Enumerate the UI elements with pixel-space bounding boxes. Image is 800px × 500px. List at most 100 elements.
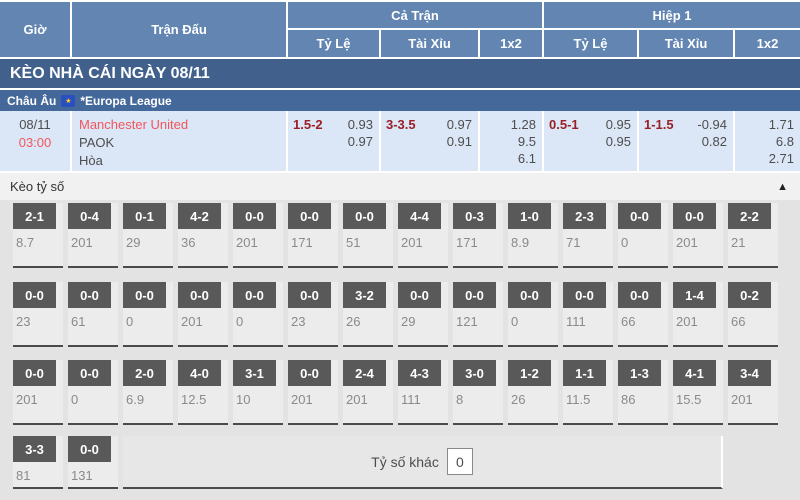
score-odds-value: 26 [508,386,558,407]
score-odds-value: 8.7 [13,229,63,250]
score-odds-cell[interactable]: 3-4201 [728,360,778,425]
score-label: 0-0 [563,282,606,308]
score-odds-cell[interactable]: 1-4201 [673,282,723,347]
score-odds-cell[interactable]: 0-066 [618,282,668,347]
group-full-match: Cả Trận Tỷ Lệ Tài Xỉu 1x2 [288,2,544,57]
score-row: 0-02010-002-06.94-012.53-1100-02012-4201… [13,360,800,425]
score-odds-cell[interactable]: 4-012.5 [178,360,228,425]
subcol-full-1x2: 1x2 [480,30,544,57]
score-odds-cell[interactable]: 1-226 [508,360,558,425]
full-handicap-cell[interactable]: 1.5-2 0.93 0.97 [288,111,381,171]
score-odds-value: 131 [68,462,118,483]
half-overunder-cell[interactable]: 1-1.5 -0.94 0.82 [639,111,735,171]
half-handicap-odd-away[interactable]: 0.95 [606,133,631,150]
score-odds-value: 29 [123,229,173,250]
score-odds-cell[interactable]: 0-00 [233,282,283,347]
full-handicap-odd-home[interactable]: 0.93 [348,116,373,133]
score-odds-cell[interactable]: 0-0171 [288,203,338,268]
score-odds-cell[interactable]: 0-00 [123,282,173,347]
score-label: 1-4 [673,282,716,308]
score-odds-cell[interactable]: 2-221 [728,203,778,268]
score-label: 3-4 [728,360,771,386]
score-odds-cell[interactable]: 0-00 [618,203,668,268]
score-label: 0-0 [398,282,441,308]
score-odds-cell[interactable]: 0-266 [728,282,778,347]
score-odds-value: 66 [618,308,668,329]
subcol-full-overunder: Tài Xỉu [381,30,480,57]
score-odds-cell[interactable]: 0-023 [13,282,63,347]
other-score-input[interactable] [447,448,473,475]
score-odds-cell[interactable]: 0-4201 [68,203,118,268]
away-team-link[interactable]: PAOK [79,134,286,152]
score-label: 2-1 [13,203,56,229]
half-1x2-home-odd[interactable]: 1.71 [769,116,794,133]
score-odds-cell[interactable]: 0-023 [288,282,338,347]
score-odds-cell[interactable]: 1-386 [618,360,668,425]
score-odds-cell[interactable]: 3-381 [13,436,63,489]
score-odds-cell[interactable]: 0-0131 [68,436,118,489]
score-label: 0-0 [13,360,56,386]
score-odds-cell[interactable]: 2-371 [563,203,613,268]
score-label: 3-1 [233,360,276,386]
score-odds-cell[interactable]: 4-3111 [398,360,448,425]
league-bar[interactable]: Châu Âu ★ *Europa League [0,90,800,111]
score-odds-cell[interactable]: 0-00 [508,282,558,347]
score-odds-cell[interactable]: 4-236 [178,203,228,268]
col-match-header: Trận Đấu [72,2,288,57]
full-1x2-draw-odd[interactable]: 6.1 [511,150,536,167]
score-odds-cell[interactable]: 3-226 [343,282,393,347]
score-odds-cell[interactable]: 0-051 [343,203,393,268]
draw-label: Hòa [79,152,286,170]
score-odds-cell[interactable]: 3-08 [453,360,503,425]
full-under-odd[interactable]: 0.91 [447,133,472,150]
home-team-link[interactable]: Manchester United [79,116,286,134]
score-odds-cell[interactable]: 0-3171 [453,203,503,268]
score-label: 0-0 [288,360,331,386]
score-odds-value: 201 [673,308,723,329]
group-full-header: Cả Trận [288,2,544,30]
full-over-odd[interactable]: 0.97 [447,116,472,133]
score-label: 2-3 [563,203,606,229]
score-odds-cell[interactable]: 2-06.9 [123,360,173,425]
half-under-odd[interactable]: 0.82 [697,133,727,150]
score-odds-cell[interactable]: 0-0111 [563,282,613,347]
full-1x2-home-odd[interactable]: 1.28 [511,116,536,133]
score-odds-cell[interactable]: 2-18.7 [13,203,63,268]
score-odds-cell[interactable]: 4-115.5 [673,360,723,425]
half-1x2-away-odd[interactable]: 6.8 [769,133,794,150]
full-1x2-cell[interactable]: 1.28 9.5 6.1 [480,111,544,171]
full-handicap-odd-away[interactable]: 0.97 [348,133,373,150]
half-over-odd[interactable]: -0.94 [697,116,727,133]
score-odds-cell[interactable]: 1-08.9 [508,203,558,268]
score-odds-cell[interactable]: 3-110 [233,360,283,425]
score-odds-cell[interactable]: 0-0201 [288,360,338,425]
score-odds-cell[interactable]: 1-111.5 [563,360,613,425]
full-1x2-away-odd[interactable]: 9.5 [511,133,536,150]
score-label: 0-0 [178,282,221,308]
score-odds-value: 201 [233,229,283,250]
score-odds-cell[interactable]: 0-129 [123,203,173,268]
score-odds-value: 26 [343,308,393,329]
half-1x2-cell[interactable]: 1.71 6.8 2.71 [735,111,800,171]
score-odds-cell[interactable]: 0-0201 [178,282,228,347]
half-handicap-odd-home[interactable]: 0.95 [606,116,631,133]
collapse-arrow-icon[interactable]: ▲ [777,181,788,193]
score-odds-cell[interactable]: 0-0201 [673,203,723,268]
score-label: 0-0 [68,360,111,386]
score-odds-cell[interactable]: 2-4201 [343,360,393,425]
match-teams-cell: Manchester United PAOK Hòa [72,111,288,171]
score-odds-cell[interactable]: 0-029 [398,282,448,347]
score-odds-cell[interactable]: 0-0201 [13,360,63,425]
score-grid: 2-18.70-42010-1294-2360-02010-01710-0514… [0,200,800,500]
score-odds-cell[interactable]: 0-0201 [233,203,283,268]
score-odds-cell[interactable]: 0-00 [68,360,118,425]
full-overunder-cell[interactable]: 3-3.5 0.97 0.91 [381,111,480,171]
score-label: 4-3 [398,360,441,386]
half-1x2-draw-odd[interactable]: 2.71 [769,150,794,167]
half-handicap-cell[interactable]: 0.5-1 0.95 0.95 [544,111,639,171]
score-odds-cell[interactable]: 4-4201 [398,203,448,268]
score-label: 3-3 [13,436,56,462]
score-odds-value: 201 [288,386,338,407]
score-odds-cell[interactable]: 0-0121 [453,282,503,347]
score-odds-cell[interactable]: 0-061 [68,282,118,347]
